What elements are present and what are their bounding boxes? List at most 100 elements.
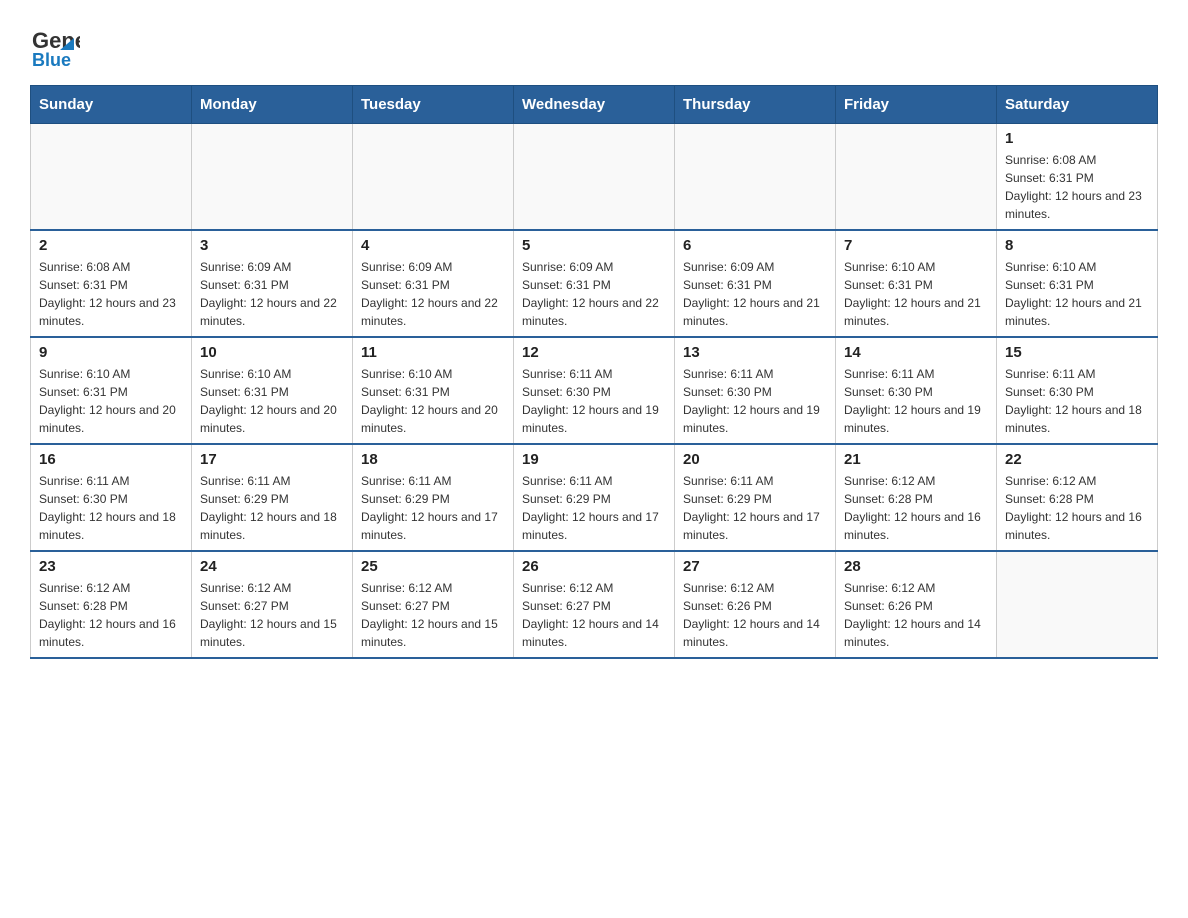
day-info: Sunrise: 6:11 AMSunset: 6:30 PMDaylight:… [1005,365,1149,437]
day-info: Sunrise: 6:12 AMSunset: 6:27 PMDaylight:… [200,579,344,651]
calendar-cell: 7 Sunrise: 6:10 AMSunset: 6:31 PMDaylight… [836,230,997,337]
day-number: 9 [39,344,183,361]
day-info: Sunrise: 6:11 AMSunset: 6:29 PMDaylight:… [522,472,666,544]
day-info: Sunrise: 6:12 AMSunset: 6:26 PMDaylight:… [683,579,827,651]
weekday-header-friday: Friday [836,86,997,124]
calendar-cell: 17 Sunrise: 6:11 AMSunset: 6:29 PMDayligh… [192,444,353,551]
day-number: 18 [361,451,505,468]
day-info: Sunrise: 6:10 AMSunset: 6:31 PMDaylight:… [1005,258,1149,330]
day-number: 25 [361,558,505,575]
page-header: General Blue [30,20,1158,75]
day-info: Sunrise: 6:11 AMSunset: 6:29 PMDaylight:… [683,472,827,544]
calendar-week-1: 1 Sunrise: 6:08 AMSunset: 6:31 PMDaylight… [31,124,1158,231]
day-number: 5 [522,237,666,254]
day-info: Sunrise: 6:11 AMSunset: 6:30 PMDaylight:… [39,472,183,544]
calendar-cell [192,124,353,231]
calendar-cell: 26Sunrise: 6:12 AMSunset: 6:27 PMDayligh… [514,551,675,658]
day-number: 24 [200,558,344,575]
calendar-cell [514,124,675,231]
calendar-cell [997,551,1158,658]
calendar-cell: 20 Sunrise: 6:11 AMSunset: 6:29 PMDayligh… [675,444,836,551]
day-info: Sunrise: 6:09 AMSunset: 6:31 PMDaylight:… [200,258,344,330]
calendar-week-5: 23Sunrise: 6:12 AMSunset: 6:28 PMDayligh… [31,551,1158,658]
calendar-cell: 11Sunrise: 6:10 AMSunset: 6:31 PMDayligh… [353,337,514,444]
calendar-cell: 2 Sunrise: 6:08 AMSunset: 6:31 PMDaylight… [31,230,192,337]
day-number: 16 [39,451,183,468]
day-info: Sunrise: 6:12 AMSunset: 6:27 PMDaylight:… [361,579,505,651]
day-number: 22 [1005,451,1149,468]
day-number: 7 [844,237,988,254]
calendar-week-2: 2 Sunrise: 6:08 AMSunset: 6:31 PMDaylight… [31,230,1158,337]
day-info: Sunrise: 6:12 AMSunset: 6:26 PMDaylight:… [844,579,988,651]
calendar-cell: 6 Sunrise: 6:09 AMSunset: 6:31 PMDaylight… [675,230,836,337]
calendar-cell: 5 Sunrise: 6:09 AMSunset: 6:31 PMDaylight… [514,230,675,337]
calendar-body: 1 Sunrise: 6:08 AMSunset: 6:31 PMDaylight… [31,124,1158,659]
calendar-table: SundayMondayTuesdayWednesdayThursdayFrid… [30,85,1158,659]
day-info: Sunrise: 6:10 AMSunset: 6:31 PMDaylight:… [361,365,505,437]
day-info: Sunrise: 6:10 AMSunset: 6:31 PMDaylight:… [844,258,988,330]
calendar-cell: 1 Sunrise: 6:08 AMSunset: 6:31 PMDaylight… [997,124,1158,231]
day-info: Sunrise: 6:10 AMSunset: 6:31 PMDaylight:… [39,365,183,437]
day-info: Sunrise: 6:09 AMSunset: 6:31 PMDaylight:… [522,258,666,330]
calendar-cell: 8 Sunrise: 6:10 AMSunset: 6:31 PMDaylight… [997,230,1158,337]
day-info: Sunrise: 6:11 AMSunset: 6:30 PMDaylight:… [683,365,827,437]
day-number: 13 [683,344,827,361]
day-number: 6 [683,237,827,254]
day-info: Sunrise: 6:08 AMSunset: 6:31 PMDaylight:… [1005,151,1149,223]
day-info: Sunrise: 6:09 AMSunset: 6:31 PMDaylight:… [683,258,827,330]
weekday-header-monday: Monday [192,86,353,124]
calendar-cell: 15 Sunrise: 6:11 AMSunset: 6:30 PMDayligh… [997,337,1158,444]
calendar-cell [836,124,997,231]
weekday-header-tuesday: Tuesday [353,86,514,124]
day-info: Sunrise: 6:12 AMSunset: 6:28 PMDaylight:… [39,579,183,651]
calendar-cell: 28 Sunrise: 6:12 AMSunset: 6:26 PMDayligh… [836,551,997,658]
day-number: 12 [522,344,666,361]
day-info: Sunrise: 6:12 AMSunset: 6:28 PMDaylight:… [1005,472,1149,544]
weekday-header-thursday: Thursday [675,86,836,124]
weekday-header-wednesday: Wednesday [514,86,675,124]
calendar-cell: 12 Sunrise: 6:11 AMSunset: 6:30 PMDayligh… [514,337,675,444]
calendar-cell: 25 Sunrise: 6:12 AMSunset: 6:27 PMDayligh… [353,551,514,658]
day-number: 17 [200,451,344,468]
day-number: 21 [844,451,988,468]
day-number: 1 [1005,130,1149,147]
calendar-cell: 16 Sunrise: 6:11 AMSunset: 6:30 PMDayligh… [31,444,192,551]
day-number: 28 [844,558,988,575]
calendar-cell: 3Sunrise: 6:09 AMSunset: 6:31 PMDaylight… [192,230,353,337]
day-info: Sunrise: 6:11 AMSunset: 6:29 PMDaylight:… [361,472,505,544]
calendar-header: SundayMondayTuesdayWednesdayThursdayFrid… [31,86,1158,124]
calendar-cell [675,124,836,231]
calendar-cell: 14Sunrise: 6:11 AMSunset: 6:30 PMDayligh… [836,337,997,444]
day-number: 10 [200,344,344,361]
day-info: Sunrise: 6:11 AMSunset: 6:30 PMDaylight:… [844,365,988,437]
day-info: Sunrise: 6:11 AMSunset: 6:30 PMDaylight:… [522,365,666,437]
day-info: Sunrise: 6:11 AMSunset: 6:29 PMDaylight:… [200,472,344,544]
logo-icon: General Blue [30,20,80,75]
calendar-cell: 24 Sunrise: 6:12 AMSunset: 6:27 PMDayligh… [192,551,353,658]
day-number: 15 [1005,344,1149,361]
day-info: Sunrise: 6:12 AMSunset: 6:28 PMDaylight:… [844,472,988,544]
weekday-header-sunday: Sunday [31,86,192,124]
day-info: Sunrise: 6:08 AMSunset: 6:31 PMDaylight:… [39,258,183,330]
day-info: Sunrise: 6:12 AMSunset: 6:27 PMDaylight:… [522,579,666,651]
calendar-cell [31,124,192,231]
calendar-week-4: 16 Sunrise: 6:11 AMSunset: 6:30 PMDayligh… [31,444,1158,551]
calendar-cell: 10Sunrise: 6:10 AMSunset: 6:31 PMDayligh… [192,337,353,444]
day-number: 4 [361,237,505,254]
day-number: 20 [683,451,827,468]
day-number: 19 [522,451,666,468]
calendar-cell: 19 Sunrise: 6:11 AMSunset: 6:29 PMDayligh… [514,444,675,551]
day-number: 27 [683,558,827,575]
calendar-cell: 9 Sunrise: 6:10 AMSunset: 6:31 PMDaylight… [31,337,192,444]
weekday-header-saturday: Saturday [997,86,1158,124]
calendar-cell: 27 Sunrise: 6:12 AMSunset: 6:26 PMDayligh… [675,551,836,658]
calendar-cell: 4 Sunrise: 6:09 AMSunset: 6:31 PMDaylight… [353,230,514,337]
calendar-cell [353,124,514,231]
day-number: 2 [39,237,183,254]
calendar-cell: 21 Sunrise: 6:12 AMSunset: 6:28 PMDayligh… [836,444,997,551]
day-number: 8 [1005,237,1149,254]
day-info: Sunrise: 6:09 AMSunset: 6:31 PMDaylight:… [361,258,505,330]
calendar-week-3: 9 Sunrise: 6:10 AMSunset: 6:31 PMDaylight… [31,337,1158,444]
calendar-cell: 23Sunrise: 6:12 AMSunset: 6:28 PMDayligh… [31,551,192,658]
calendar-cell: 22 Sunrise: 6:12 AMSunset: 6:28 PMDayligh… [997,444,1158,551]
